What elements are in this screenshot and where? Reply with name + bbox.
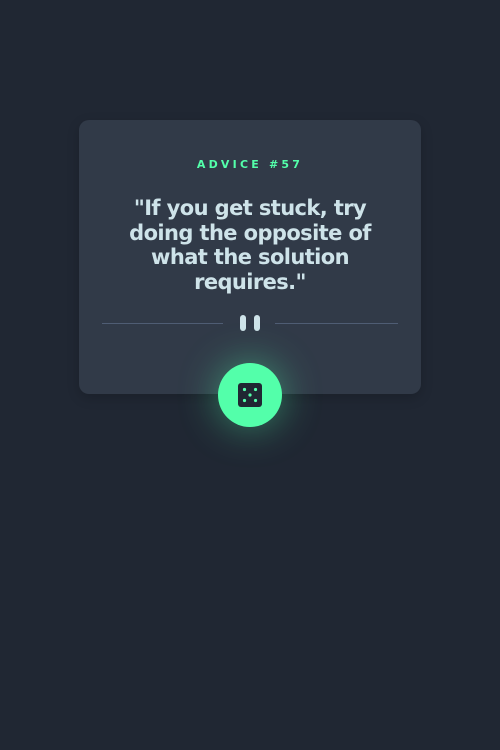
advice-id: ADVICE #57 <box>196 158 304 171</box>
advice-quote: "If you get stuck, try doing the opposit… <box>129 196 371 294</box>
divider-line-left <box>102 323 223 324</box>
new-advice-button[interactable] <box>218 363 282 427</box>
pause-icon <box>240 315 260 331</box>
dice-icon <box>238 383 262 407</box>
divider-line-right <box>275 323 398 324</box>
divider <box>102 313 398 333</box>
advice-card: ADVICE #57 "If you get stuck, try doing … <box>79 120 421 394</box>
page: ADVICE #57 "If you get stuck, try doing … <box>0 0 500 750</box>
